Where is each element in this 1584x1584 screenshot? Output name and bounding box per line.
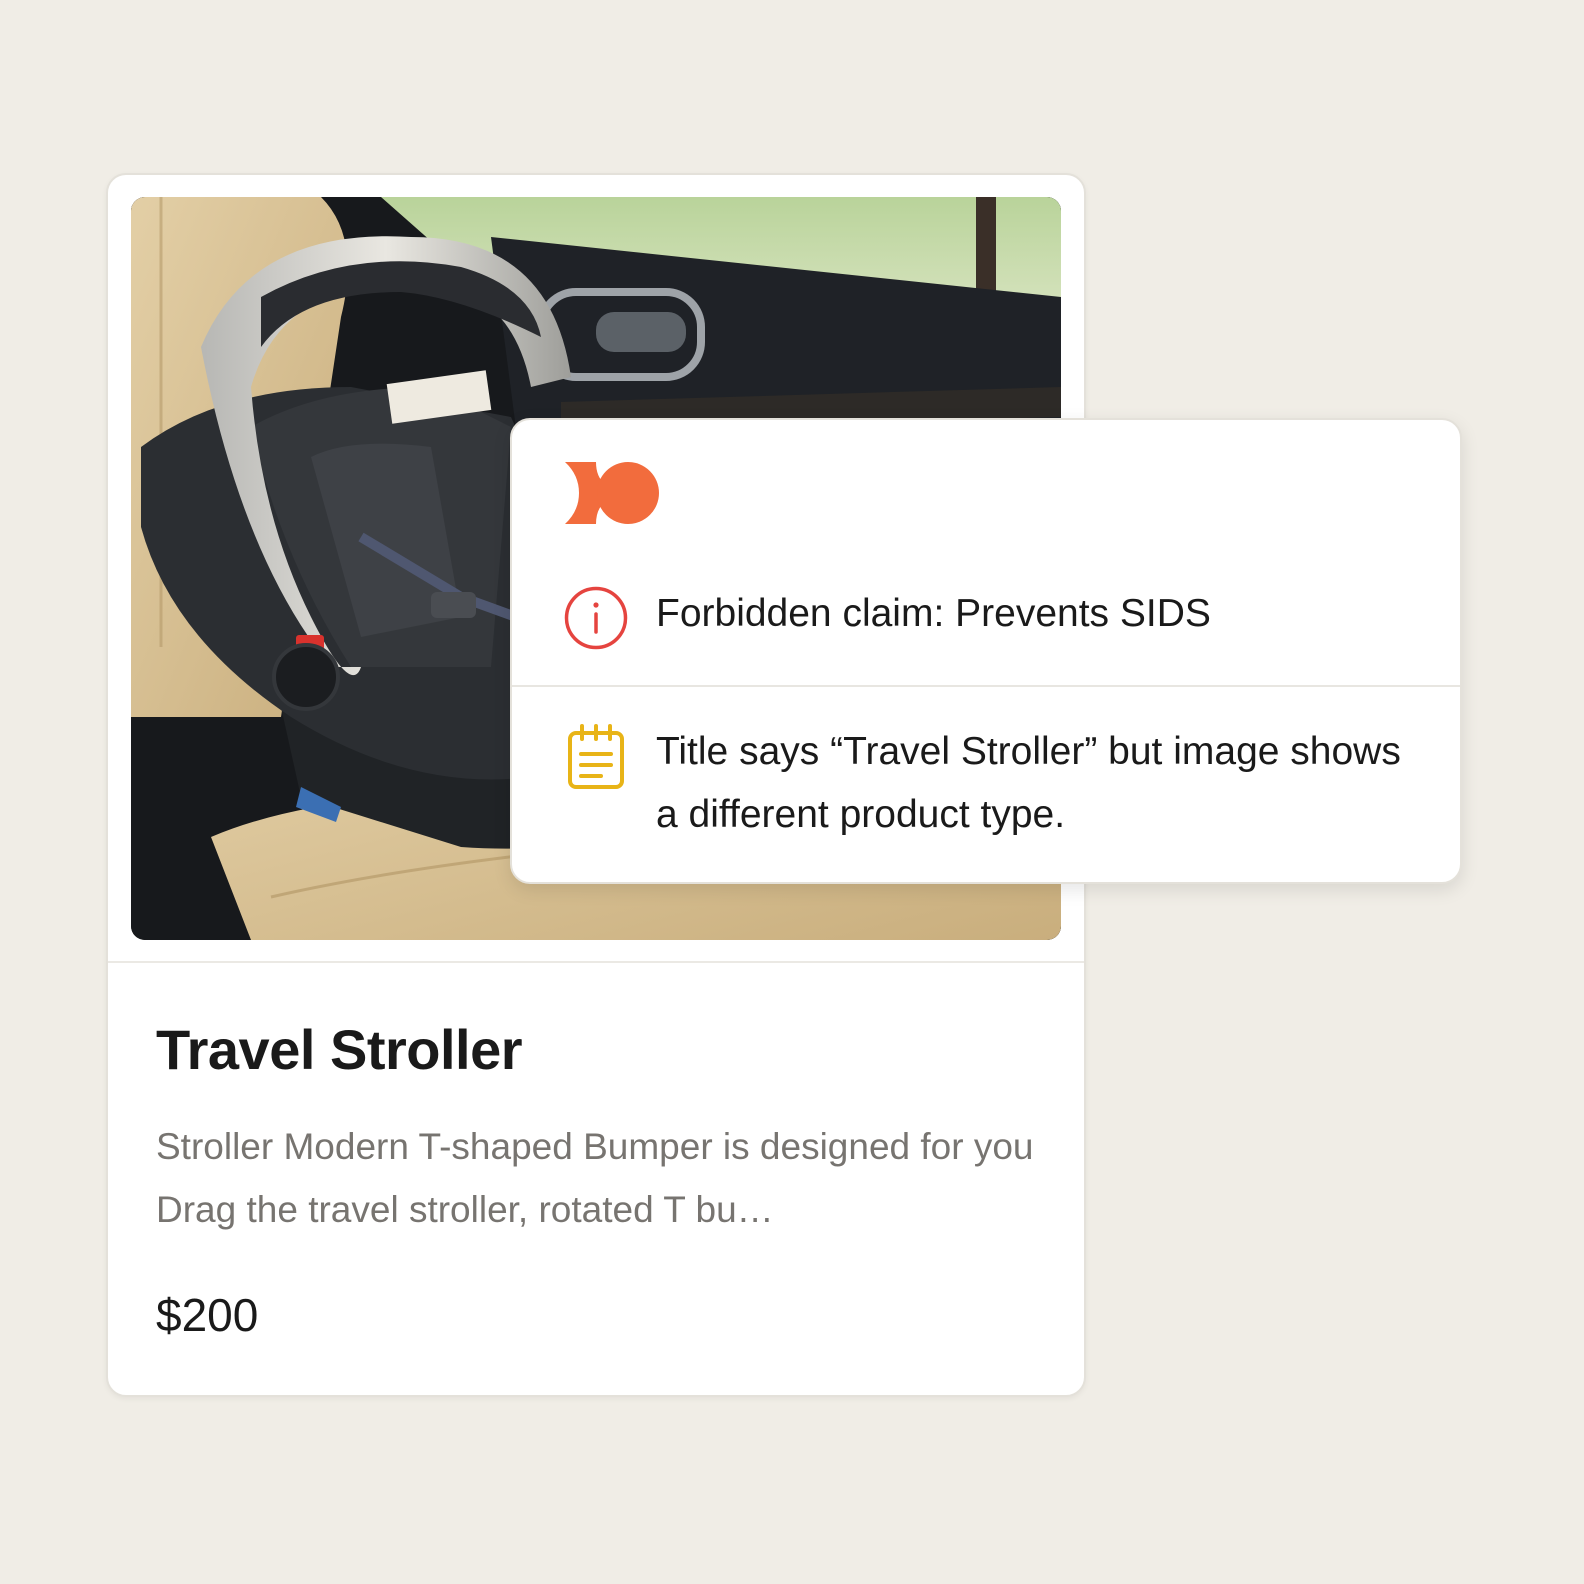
- info-circle-icon: [564, 586, 628, 650]
- product-title: Travel Stroller: [156, 1018, 523, 1081]
- card-divider: [108, 961, 1084, 963]
- review-panel: Forbidden claim: Prevents SIDS Title say…: [510, 418, 1462, 884]
- issue-text: Forbidden claim: Prevents SIDS: [656, 592, 1211, 635]
- issue-title-mismatch[interactable]: Title says “Travel Stroller” but image s…: [512, 688, 1460, 882]
- issue-forbidden-claim[interactable]: Forbidden claim: Prevents SIDS: [512, 570, 1460, 684]
- issue-text: Title says “Travel Stroller” but image s…: [656, 730, 1401, 836]
- brand-logo-icon: [565, 462, 659, 524]
- row-divider: [512, 685, 1460, 687]
- product-price: $200: [156, 1289, 259, 1341]
- notepad-icon: [568, 724, 624, 789]
- product-description: Stroller Modern T-shaped Bumper is desig…: [156, 1126, 1034, 1230]
